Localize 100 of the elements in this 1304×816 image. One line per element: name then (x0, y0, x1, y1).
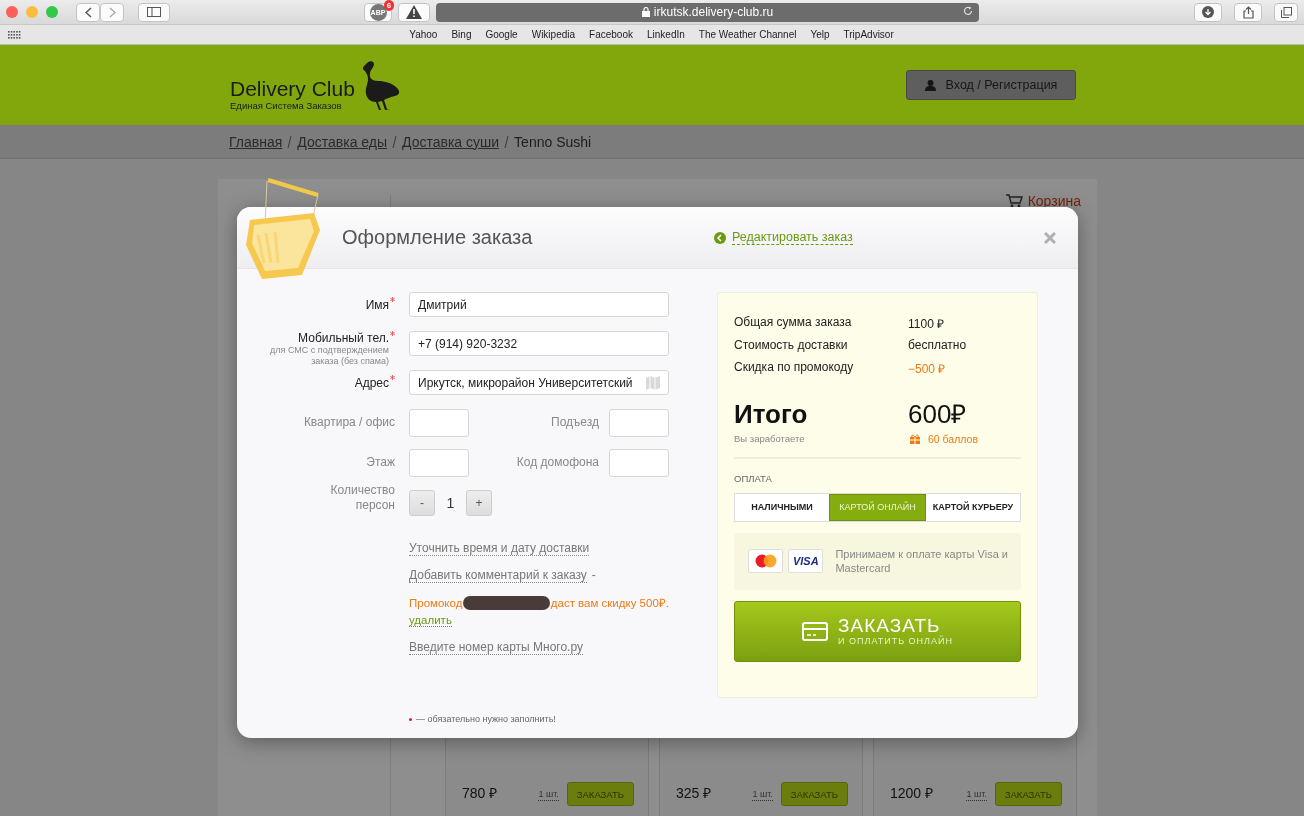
logo-subtitle: Единая Система Заказов (230, 100, 343, 111)
close-icon[interactable] (1044, 231, 1056, 244)
url-text: irkutsk.delivery-club.ru (653, 5, 774, 19)
dash-text: - (591, 568, 596, 582)
quantity-link[interactable]: 1 шт. (752, 789, 773, 801)
close-window-button[interactable] (6, 6, 18, 18)
breadcrumb-link[interactable]: Главная (229, 133, 283, 150)
warning-icon (406, 5, 422, 19)
order-button[interactable]: ЗАКАЗАТЬ (780, 782, 848, 806)
bookmark-link[interactable]: Google (485, 29, 518, 40)
dialog-title: Оформление заказа (342, 226, 534, 249)
product-price: 325 ₽ (676, 784, 713, 803)
text-field[interactable]: Дмитрий (409, 292, 669, 317)
breadcrumb-link[interactable]: Доставка еды (297, 133, 388, 150)
payment-tab[interactable]: НАЛИЧНЫМИ (735, 493, 829, 521)
warning-button[interactable] (398, 2, 430, 22)
points-text: 60 баллов (928, 432, 978, 445)
summary-label: Стоимость доставки (734, 337, 849, 354)
text-field[interactable] (609, 449, 669, 477)
bookmark-link[interactable]: LinkedIn (646, 29, 685, 40)
field-label: Код домофона (515, 454, 599, 471)
bookmark-link[interactable]: Bing (451, 29, 472, 40)
summary-value: бесплатно (908, 337, 968, 354)
field-label: Имя (365, 298, 389, 312)
order-button[interactable]: ЗАКАЗАТЬ (994, 782, 1062, 806)
sidebar-icon (147, 7, 161, 17)
share-icon (1242, 5, 1254, 19)
field-label: Адрес (354, 376, 389, 390)
remove-promo-link[interactable]: удалить (409, 614, 452, 627)
summary-value: −500 ₽ (908, 361, 947, 378)
downloads-button[interactable] (1194, 2, 1222, 22)
text-field[interactable] (409, 449, 469, 477)
field-hint: для СМС с подтверждением заказа (без спама) (269, 345, 389, 367)
minimize-window-button[interactable] (26, 6, 38, 18)
cart-icon (1005, 194, 1023, 208)
summary-label: Скидка по промокоду (734, 360, 855, 376)
cart-link[interactable]: Корзина (1027, 193, 1081, 209)
sidebar-button[interactable] (138, 2, 170, 22)
decrease-button[interactable]: - (409, 490, 435, 516)
quantity-link[interactable]: 1 шт. (966, 789, 987, 801)
zoom-window-button[interactable] (46, 6, 58, 18)
product-price: 780 ₽ (462, 784, 499, 803)
persons-count: 1 (445, 495, 456, 511)
cards-note: Принимаем к оплате карты Visa и Mastercard (835, 547, 1009, 575)
order-button[interactable]: ЗАКАЗАТЬ (566, 782, 634, 806)
bookmark-link[interactable]: Wikipedia (531, 29, 576, 40)
bookmark-link[interactable]: Yahoo (409, 29, 438, 40)
user-icon (924, 79, 936, 91)
promo-text: Промокод (409, 596, 463, 609)
promo-text: даст вам скидку 500₽. (550, 596, 669, 610)
submit-order-button[interactable]: ЗАКАЗАТЬ И ОПЛАТИТЬ ОНЛАЙН (734, 600, 1021, 662)
forward-button[interactable] (100, 2, 124, 22)
payment-tab[interactable]: КАРТОЙ КУРЬЕРУ (926, 493, 1020, 521)
breadcrumb-current: Tenno Sushi (514, 133, 592, 150)
increase-button[interactable]: + (466, 490, 492, 516)
download-icon (1202, 6, 1214, 18)
text-field[interactable]: Иркутск, микрорайон Университетский (409, 370, 669, 395)
share-button[interactable] (1234, 2, 1262, 22)
text-field[interactable]: +7 (914) 920-3232 (409, 331, 669, 356)
field-label: Мобильный тел. (298, 331, 389, 345)
credit-card-icon (802, 621, 829, 641)
breadcrumb-separator-icon (504, 135, 510, 148)
breadcrumb-link[interactable]: Доставка суши (402, 133, 500, 150)
payment-tab[interactable]: КАРТОЙ ОНЛАЙН (829, 493, 926, 521)
mastercard-icon (753, 554, 778, 568)
lock-icon (641, 7, 650, 17)
reload-icon[interactable] (963, 5, 973, 16)
tabs-button[interactable] (1274, 2, 1298, 22)
notification-badge: 6 (384, 0, 394, 11)
total-value: 600₽ (908, 398, 968, 429)
field-label: Этаж (365, 454, 395, 471)
map-icon (646, 375, 660, 390)
chevron-left-icon (84, 6, 92, 18)
bookmark-link[interactable]: Facebook (589, 29, 633, 40)
breadcrumb-separator-icon (287, 135, 293, 148)
login-button[interactable]: Вход / Регистрация (906, 70, 1076, 100)
text-link[interactable]: Уточнить время и дату доставки (409, 541, 590, 556)
bookmark-link[interactable]: The Weather Channel (698, 29, 797, 40)
edit-order-link[interactable]: Редактировать заказ (732, 230, 853, 245)
bookmark-link[interactable]: Yelp (810, 29, 830, 40)
text-field[interactable] (609, 409, 669, 437)
tabs-icon (1280, 6, 1292, 18)
summary-value: 1100 ₽ (908, 316, 946, 333)
required-note: — обязательно нужно заполнить! (416, 714, 556, 724)
text-link[interactable]: Добавить комментарий к заказу (409, 568, 587, 583)
grid-icon (8, 30, 21, 39)
gift-icon (910, 433, 920, 444)
field-label: Количество персон (329, 483, 395, 514)
bookmark-link[interactable]: TripAdvisor (843, 29, 894, 40)
summary-label: Общая сумма заказа (734, 315, 853, 331)
total-label: Итого (734, 398, 809, 429)
breadcrumb-separator-icon (392, 135, 398, 148)
text-field[interactable] (409, 409, 469, 437)
text-link[interactable]: Введите номер карты Много.ру (409, 640, 583, 655)
field-label: Квартира / офис (302, 414, 395, 431)
back-button[interactable] (76, 2, 100, 22)
field-label: Подъезд (550, 414, 599, 431)
visa-logo: VISA (788, 549, 824, 573)
address-bar[interactable]: irkutsk.delivery-club.ru (436, 2, 979, 22)
quantity-link[interactable]: 1 шт. (538, 789, 559, 801)
